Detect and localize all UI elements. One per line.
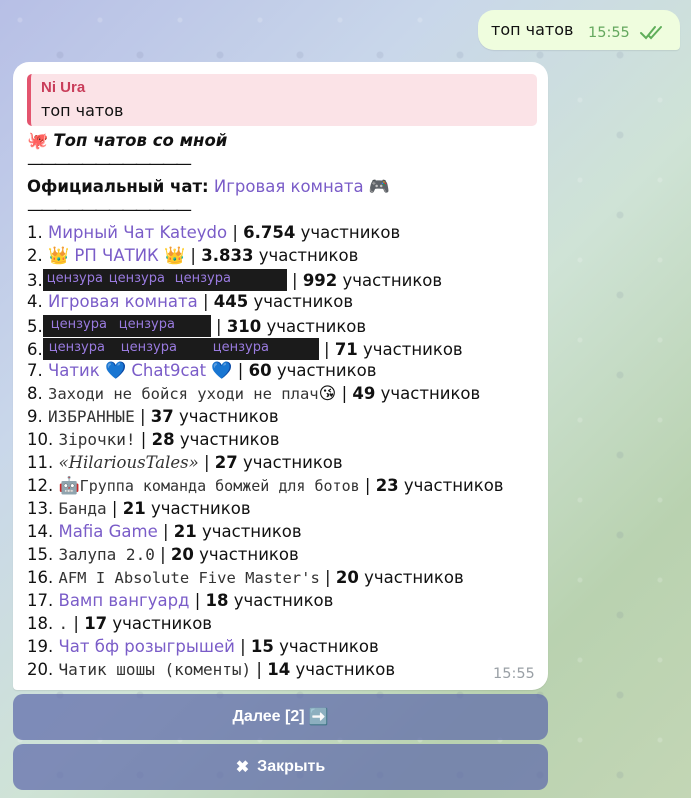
chat-row-2: 2. 👑 РП ЧАТИК 👑 | 3.833 участников (27, 246, 359, 266)
chat-row-20: 20. Чатик шошы (коменты) | 14 участников (27, 660, 396, 679)
message-header: 🐙 Топ чатов со мной (27, 131, 227, 151)
official-chat-label: Официальный чат: (27, 177, 209, 196)
chat-link-17[interactable]: Вамп вангуард (59, 591, 190, 610)
chat-row-9: 9. ИЗБРАННЫЕ | 37 участников (27, 407, 279, 426)
chat-row-5: 5. цензура цензура | 310 участников (27, 315, 367, 337)
chat-name-13[interactable]: Банда (59, 499, 107, 518)
outgoing-message-text: топ чатов (491, 20, 574, 39)
reply-text: топ чатов (41, 101, 124, 120)
chat-name-16[interactable]: AFM I Absolute Five Master's (59, 569, 320, 587)
chat-row-7: 7. Чатик 💙 Chat9cat 💙 | 60 участников (27, 361, 377, 381)
chat-count-2: 3.833 (201, 246, 254, 265)
chat-link-7[interactable]: Чатик 💙 Chat9cat 💙 (48, 361, 233, 381)
chat-row-12: 12. 🤖Группа команда бомжей для ботов | 2… (27, 476, 504, 496)
chat-count-10: 28 (151, 430, 175, 449)
chat-count-18: 17 (84, 614, 108, 633)
crown-emoji: 👑 (48, 246, 70, 266)
chat-count-20: 14 (267, 660, 291, 679)
reply-author: Ni Ura (41, 79, 86, 96)
chat-row-15: 15. Залупа 2.0 | 20 участников (27, 545, 299, 564)
chat-link-1[interactable]: Мирный Чат Kateydo (48, 223, 227, 242)
separator-2: ———————————— (27, 200, 192, 219)
redacted-chat-name-6[interactable]: цензура цензура цензура (42, 338, 319, 360)
kiss-emoji: 😘 (318, 384, 337, 404)
right-arrow-icon: ➡️ (308, 709, 329, 726)
chat-count-15: 20 (170, 545, 194, 564)
message-title: Топ чатов со мной (53, 131, 228, 150)
chat-count-3: 992 (302, 271, 338, 290)
chat-row-11: 11. «HilariousTales» | 27 участников (27, 453, 343, 472)
reply-quote[interactable]: Ni Ura топ чатов (27, 74, 537, 126)
chat-count-19: 15 (250, 637, 274, 656)
chat-count-12: 23 (375, 476, 399, 495)
chat-link-19[interactable]: Чат бф розыгрышей (59, 637, 235, 656)
chat-row-19: 19. Чат бф розыгрышей | 15 участников (27, 637, 379, 656)
chat-count-14: 21 (173, 522, 197, 541)
octopus-emoji: 🐙 (27, 131, 49, 151)
gamepad-emoji: 🎮 (368, 177, 391, 197)
chat-row-8: 8. Заходи не бойся уходи не плач😘 | 49 у… (27, 384, 481, 404)
official-chat-line: Официальный чат: Игровая комната 🎮 (27, 177, 390, 197)
double-check-icon (640, 26, 662, 40)
redacted-chat-name-3[interactable]: цензура цензура цензура (42, 269, 287, 291)
chat-count-8: 49 (352, 384, 376, 403)
chat-name-8[interactable]: Заходи не бойся уходи не плач (48, 385, 319, 403)
chat-row-17: 17. Вамп вангуард | 18 участников (27, 591, 334, 610)
chat-name-11[interactable]: «HilariousTales» (59, 453, 199, 472)
chat-link-4[interactable]: Игровая комната (48, 292, 198, 311)
chat-count-5: 310 (226, 317, 262, 336)
chat-row-13: 13. Банда | 21 участников (27, 499, 251, 518)
chat-count-4: 445 (213, 292, 249, 311)
chat-link-2[interactable]: РП ЧАТИК (74, 246, 158, 265)
redacted-chat-name-5[interactable]: цензура цензура (42, 315, 211, 337)
incoming-message-time: 15:55 (493, 666, 535, 682)
chat-row-10: 10. Зірочки! | 28 участников (27, 430, 280, 449)
incoming-message[interactable]: Ni Ura топ чатов 🐙 Топ чатов со мной ———… (13, 62, 548, 690)
chat-count-16: 20 (335, 568, 359, 587)
blue-heart-emoji: 💙 (104, 361, 127, 381)
chat-link-14[interactable]: Mafia Game (59, 522, 158, 541)
crown-emoji: 👑 (164, 246, 186, 266)
separator-1: ———————————— (27, 154, 192, 173)
chat-row-4: 4. Игровая комната | 445 участников (27, 292, 354, 311)
chat-row-6: 6. цензура цензура цензура | 71 участников (27, 338, 463, 360)
outgoing-message[interactable]: топ чатов 15:55 (478, 10, 680, 50)
chat-name-20[interactable]: Чатик шошы (коменты) (59, 660, 252, 679)
chat-row-14: 14. Mafia Game | 21 участников (27, 522, 302, 541)
official-chat-link[interactable]: Игровая комната (214, 177, 364, 196)
chat-count-9: 37 (150, 407, 174, 426)
chat-count-7: 60 (248, 361, 272, 380)
chat-row-1: 1. Мирный Чат Kateydo | 6.754 участников (27, 223, 401, 242)
next-page-label: Далее [2] (232, 708, 305, 725)
chat-count-13: 21 (122, 499, 146, 518)
outgoing-message-time: 15:55 (588, 25, 630, 41)
close-label: Закрыть (257, 758, 326, 775)
chat-name-15[interactable]: Залупа 2.0 (59, 545, 155, 564)
chat-name-10[interactable]: Зірочки! (59, 430, 136, 449)
chat-count-17: 18 (205, 591, 229, 610)
chat-row-3: 3. цензура цензура цензура | 992 участников (27, 269, 443, 291)
chat-row-16: 16. AFM I Absolute Five Master's | 20 уч… (27, 568, 464, 587)
close-icon: ✖ (235, 759, 250, 776)
chat-count-1: 6.754 (243, 223, 296, 242)
chat-name-18[interactable]: . (59, 614, 69, 633)
chat-name-12[interactable]: Группа команда бомжей для ботов (80, 477, 360, 495)
close-button[interactable]: ✖ Закрыть (13, 744, 548, 790)
next-page-button[interactable]: Далее [2] ➡️ (13, 694, 548, 740)
blue-heart-emoji: 💙 (211, 361, 233, 381)
chat-count-6: 71 (334, 340, 358, 359)
chat-row-18: 18. . | 17 участников (27, 614, 213, 633)
chat-count-11: 27 (214, 453, 238, 472)
robot-emoji: 🤖 (58, 476, 80, 496)
chat-name-9[interactable]: ИЗБРАННЫЕ (48, 407, 135, 426)
